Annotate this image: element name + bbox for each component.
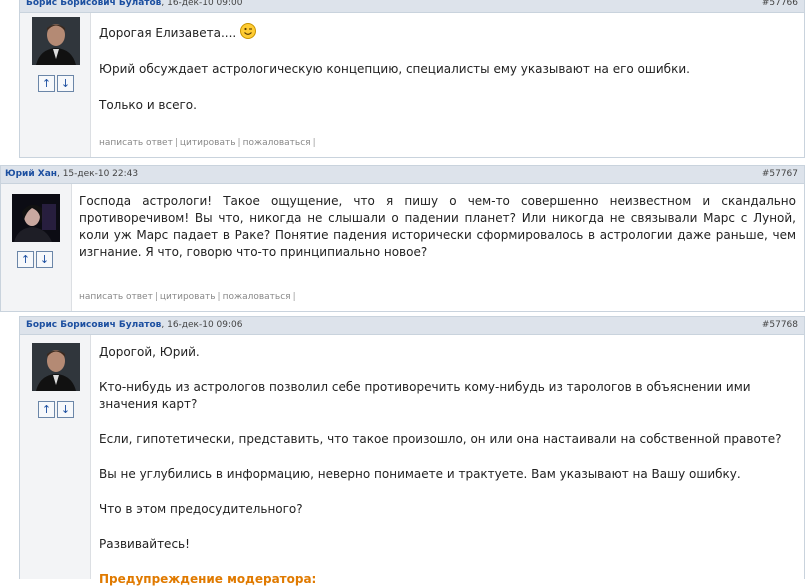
post-paragraph: Дорогая Елизавета.... [99, 23, 789, 42]
avatar-image [32, 17, 80, 65]
post-date: , 15-дек-10 22:43 [56, 169, 139, 179]
avatar[interactable] [12, 194, 60, 242]
reply-link[interactable]: написать ответ [99, 138, 173, 148]
post-date: , 16-дек-10 09:00 [161, 0, 243, 8]
vote-controls: ↑ ↓ [17, 251, 55, 268]
post-header: Юрий Хан, 15-дек-10 22:43 #57767 [1, 166, 804, 184]
post-number-link[interactable]: #57768 [762, 317, 798, 334]
post-actions: написать ответ | цитировать | пожаловаться | [79, 292, 298, 302]
post-57766: Борис Борисович Булатов, 16-дек-10 09:00… [19, 0, 805, 158]
post-body: Господа астрологи! Такое ощущение, что я… [79, 193, 796, 261]
post-author[interactable]: Борис Борисович Булатов [26, 0, 161, 8]
vote-down-button[interactable]: ↓ [57, 75, 74, 92]
post-paragraph: Юрий обсуждает астрологическую концепцию… [99, 62, 690, 76]
separator: | [237, 138, 241, 148]
avatar-image [32, 343, 80, 391]
post-body: Дорогой, Юрий. Кто-нибудь из астрологов … [99, 344, 799, 588]
moderator-warning: Предупреждение модератора: [99, 572, 317, 586]
post-paragraph: Развивайтесь! [99, 537, 190, 551]
post-57768: Борис Борисович Булатов, 16-дек-10 09:06… [19, 316, 805, 586]
post-paragraph: Только и всего. [99, 98, 197, 112]
post-paragraph: Господа астрологи! Такое ощущение, что я… [79, 194, 796, 259]
vote-up-button[interactable]: ↑ [17, 251, 34, 268]
post-paragraph: Если, гипотетически, представить, что та… [99, 432, 782, 446]
post-author[interactable]: Юрий Хан [5, 169, 57, 179]
post-sidebar: ↑ ↓ [20, 335, 91, 579]
avatar[interactable] [32, 17, 80, 65]
wink-smiley-icon [240, 23, 257, 39]
separator: | [174, 138, 178, 148]
reply-link[interactable]: написать ответ [79, 292, 153, 302]
separator: | [217, 292, 221, 302]
report-link[interactable]: пожаловаться [243, 138, 311, 148]
post-header: Борис Борисович Булатов, 16-дек-10 09:06… [20, 317, 804, 335]
vote-up-button[interactable]: ↑ [38, 75, 55, 92]
post-number-link[interactable]: #57766 [762, 0, 798, 12]
quote-link[interactable]: цитировать [180, 138, 236, 148]
post-actions: написать ответ | цитировать | пожаловаться | [99, 138, 318, 148]
post-57767: Юрий Хан, 15-дек-10 22:43 #57767 ↑ ↓ Госп… [0, 165, 805, 312]
vote-down-button[interactable]: ↓ [36, 251, 53, 268]
post-author[interactable]: Борис Борисович Булатов [26, 320, 161, 330]
post-number-link[interactable]: #57767 [762, 166, 798, 183]
post-sidebar: ↑ ↓ [1, 184, 72, 311]
post-header: Борис Борисович Булатов, 16-дек-10 09:00… [20, 0, 804, 13]
vote-down-button[interactable]: ↓ [57, 401, 74, 418]
post-date: , 16-дек-10 09:06 [161, 320, 243, 330]
post-paragraph: Кто-нибудь из астрологов позволил себе п… [99, 380, 751, 411]
quote-link[interactable]: цитировать [160, 292, 216, 302]
vote-controls: ↑ ↓ [38, 401, 76, 418]
vote-up-button[interactable]: ↑ [38, 401, 55, 418]
post-paragraph: Дорогой, Юрий. [99, 345, 200, 359]
post-sidebar: ↑ ↓ [20, 13, 91, 157]
avatar[interactable] [32, 343, 80, 391]
post-paragraph: Что в этом предосудительного? [99, 502, 303, 516]
separator: | [154, 292, 158, 302]
post-paragraph: Вы не углубились в информацию, неверно п… [99, 467, 741, 481]
avatar-image [12, 194, 60, 242]
post-body: Дорогая Елизавета.... Юрий обсуждает аст… [99, 23, 789, 114]
separator: | [292, 292, 296, 302]
separator: | [312, 138, 316, 148]
report-link[interactable]: пожаловаться [223, 292, 291, 302]
vote-controls: ↑ ↓ [38, 75, 76, 92]
